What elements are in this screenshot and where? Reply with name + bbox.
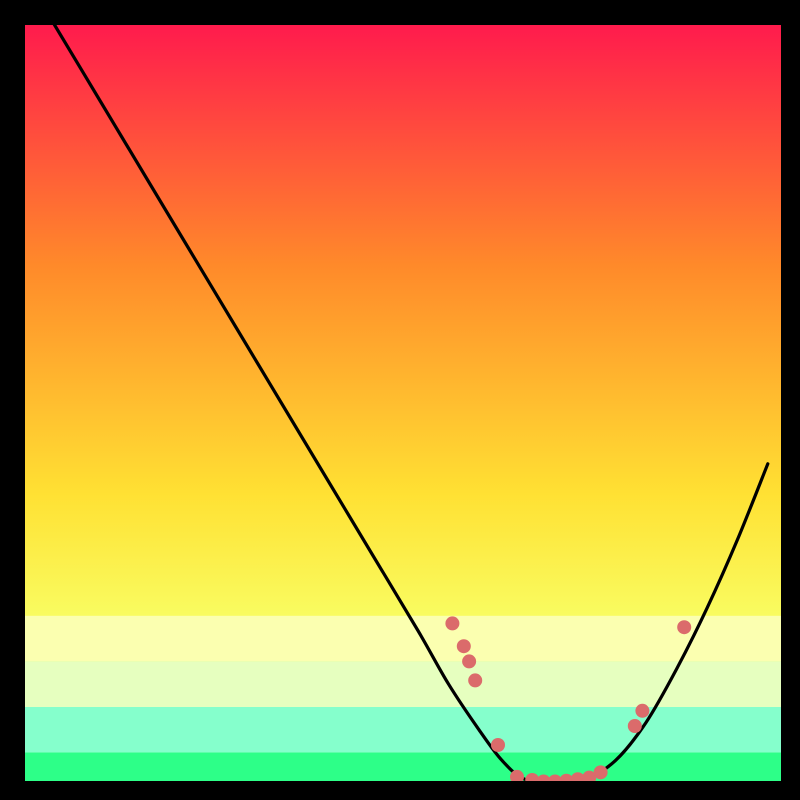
- data-marker: [445, 616, 459, 630]
- data-marker: [594, 765, 608, 779]
- gradient-band-3: [23, 753, 783, 783]
- data-marker: [635, 704, 649, 718]
- data-marker: [468, 673, 482, 687]
- chart-frame: TheBottleneck.com: [20, 20, 780, 780]
- bottleneck-chart: [23, 23, 783, 783]
- data-marker: [457, 639, 471, 653]
- data-marker: [677, 620, 691, 634]
- gradient-band-0: [23, 616, 783, 662]
- gradient-band-2: [23, 707, 783, 753]
- data-marker: [628, 719, 642, 733]
- data-marker: [462, 654, 476, 668]
- data-marker: [491, 738, 505, 752]
